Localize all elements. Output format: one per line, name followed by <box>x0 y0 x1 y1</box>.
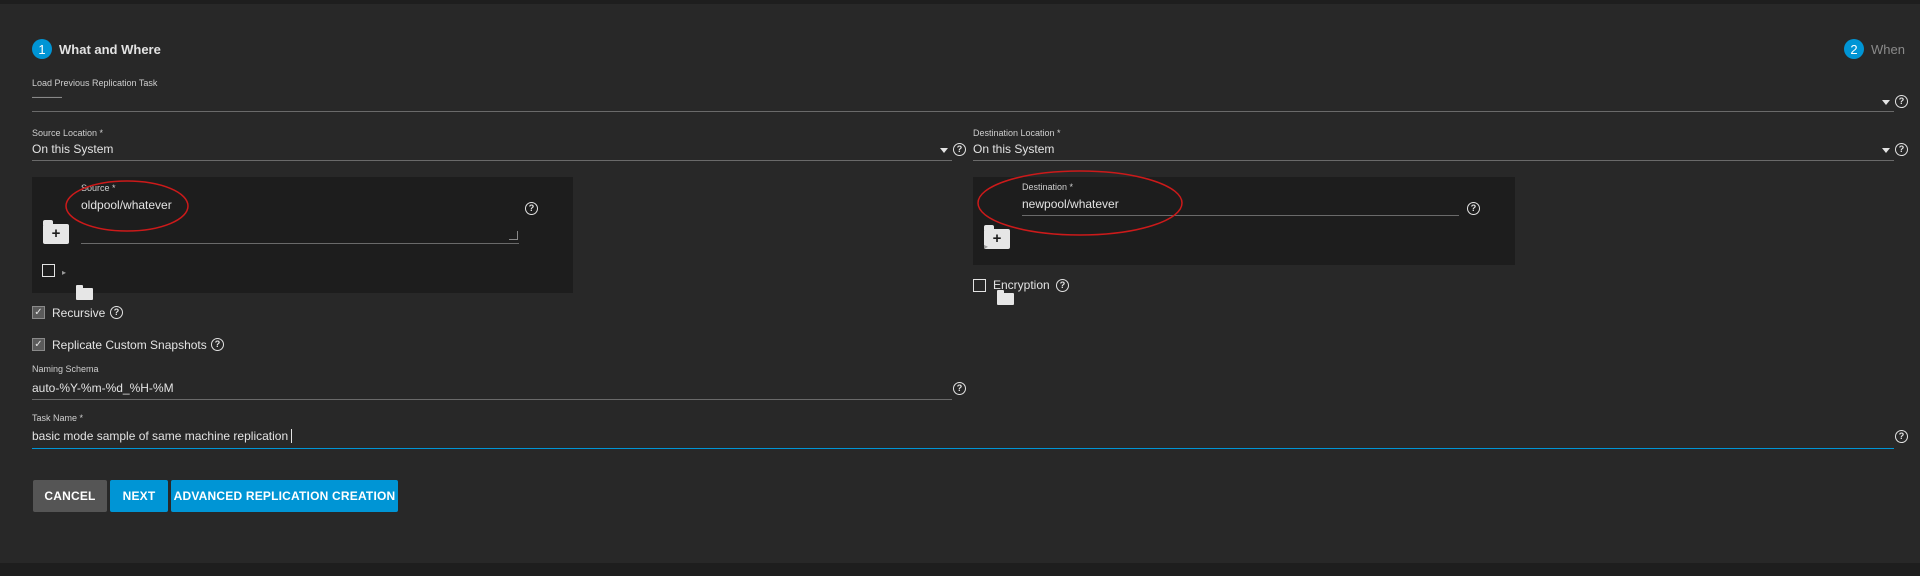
replicate-custom-snapshots-label[interactable]: Replicate Custom Snapshots <box>52 338 207 352</box>
annotation-ellipse-source <box>65 180 189 232</box>
recursive-label[interactable]: Recursive <box>52 306 105 320</box>
recursive-checkbox[interactable]: ✓ <box>32 306 45 319</box>
replicate-custom-snapshots-checkbox[interactable]: ✓ <box>32 338 45 351</box>
advanced-replication-creation-button[interactable]: ADVANCED REPLICATION CREATION <box>171 480 398 512</box>
task-name-input[interactable]: basic mode sample of same machine replic… <box>32 429 288 443</box>
next-button[interactable]: NEXT <box>110 480 168 512</box>
task-name-underline <box>32 448 1894 449</box>
naming-schema-underline <box>32 399 952 400</box>
encryption-label[interactable]: Encryption <box>993 278 1050 292</box>
task-name-label: Task Name * <box>32 413 84 423</box>
naming-schema-input[interactable]: auto-%Y-%m-%d_%H-%M <box>32 381 174 395</box>
bottom-bar <box>0 563 1920 576</box>
help-icon[interactable]: ? <box>110 306 123 319</box>
help-icon[interactable]: ? <box>953 382 966 395</box>
help-icon[interactable]: ? <box>1895 430 1908 443</box>
help-icon[interactable]: ? <box>1056 279 1069 292</box>
naming-schema-label: Naming Schema <box>32 364 99 374</box>
help-icon[interactable]: ? <box>211 338 224 351</box>
annotation-ellipse-destination <box>977 170 1183 236</box>
text-cursor <box>291 429 292 443</box>
encryption-checkbox[interactable] <box>973 279 986 292</box>
cancel-button[interactable]: CANCEL <box>33 480 107 512</box>
